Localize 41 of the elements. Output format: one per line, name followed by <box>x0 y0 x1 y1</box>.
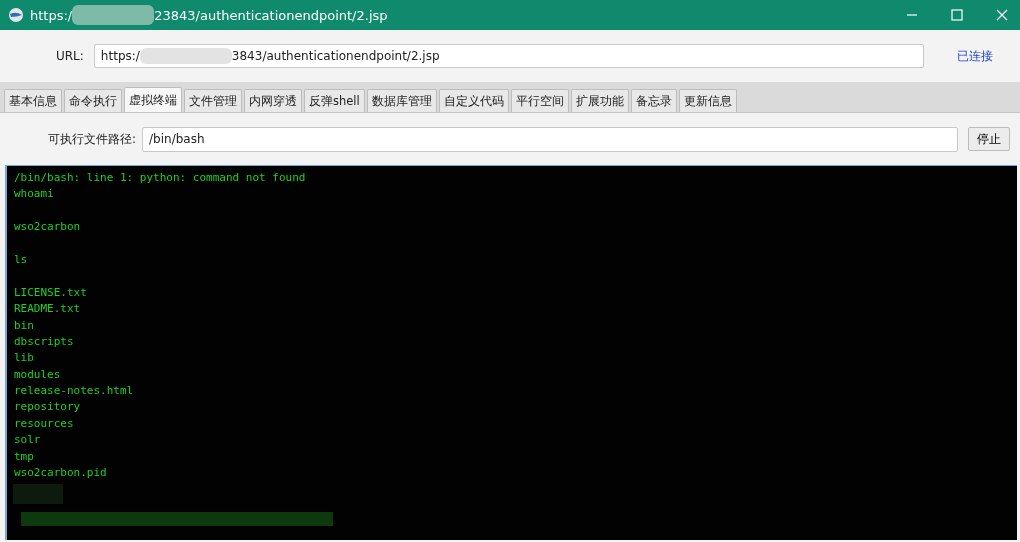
terminal-line: modules <box>14 366 62 383</box>
terminal-line: /bin/bash: line 1: python: command not found <box>14 170 307 186</box>
terminal-line: repository <box>14 399 82 416</box>
terminal-line: README.txt <box>14 301 82 318</box>
tab[interactable]: 数据库管理 <box>366 89 437 112</box>
terminal-line: tmp <box>14 448 35 465</box>
tab[interactable]: 备忘录 <box>630 89 677 112</box>
url-field[interactable]: https:/ 3843/authenticationendpoint/2.jsp <box>93 44 924 68</box>
terminal-line: whoami <box>14 186 55 203</box>
redaction-block <box>13 484 63 504</box>
maximize-icon[interactable] <box>951 9 963 21</box>
terminal-line: resources <box>14 415 75 432</box>
connection-status: 已连接 <box>956 47 993 65</box>
tab[interactable]: 更新信息 <box>678 89 737 112</box>
window-title: 23843/authenticationendpoint/2.jsp <box>154 7 388 23</box>
terminal-line: ls <box>14 251 29 268</box>
terminal-panel[interactable]: /bin/bash: line 1: python: command not found whoami wso2carbon ls LICENSE.txt README.txt bin dbscripts lib modules release-notes.html repository resources solr tmp wso2carbon.pid <box>5 165 1017 540</box>
terminal-line: release-notes.html <box>14 383 135 400</box>
terminal-line: lib <box>14 350 35 367</box>
tab[interactable]: 反弹shell <box>304 89 365 112</box>
tab[interactable]: 内网穿透 <box>244 89 302 112</box>
tab[interactable]: 平行空间 <box>510 89 569 112</box>
url-label: URL: <box>56 49 84 63</box>
stop-button[interactable]: 停止 <box>968 127 1010 151</box>
tab[interactable]: 自定义代码 <box>438 89 509 112</box>
terminal-line: solr <box>14 432 42 449</box>
terminal-line: dbscripts <box>14 333 75 350</box>
globe-icon <box>8 7 24 23</box>
window-title: https:/ <box>30 7 73 23</box>
tab[interactable]: 扩展功能 <box>570 89 629 112</box>
terminal-line: LICENSE.txt <box>14 284 88 301</box>
tab[interactable]: 命令执行 <box>64 89 122 112</box>
close-icon[interactable] <box>996 9 1008 21</box>
terminal-line: bin <box>14 317 35 334</box>
path-label: 可执行文件路径: <box>48 130 137 148</box>
terminal-line: wso2carbon <box>14 219 82 236</box>
terminal-line: wso2carbon.pid <box>14 465 108 482</box>
path-field[interactable]: /bin/bash <box>142 126 958 152</box>
tab[interactable]: 虚拟终端 <box>124 87 182 112</box>
tab[interactable]: 文件管理 <box>184 89 242 112</box>
tab[interactable]: 基本信息 <box>4 89 62 112</box>
